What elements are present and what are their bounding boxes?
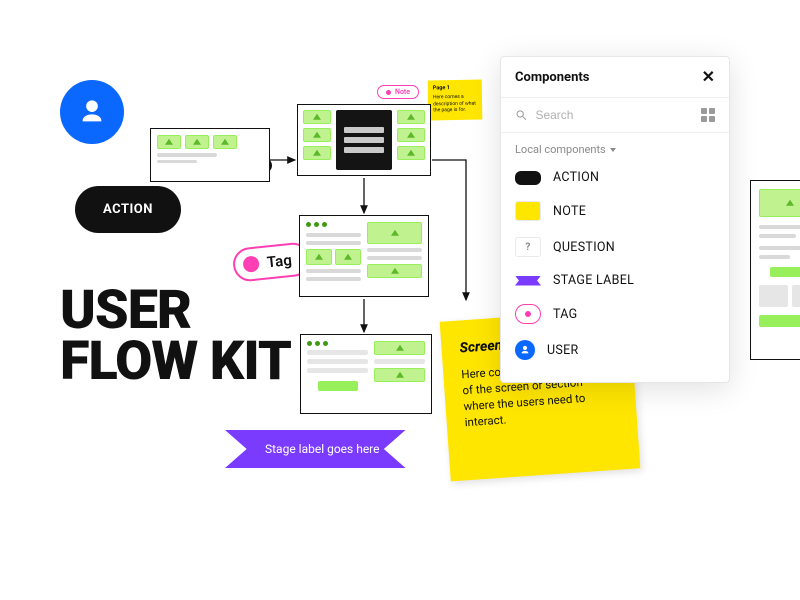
component-item-user[interactable]: USER [507, 332, 723, 368]
component-item-tag[interactable]: TAG [507, 296, 723, 332]
component-item-action[interactable]: ACTION [507, 162, 723, 193]
component-item-note[interactable]: NOTE [507, 193, 723, 229]
user-icon [60, 80, 124, 144]
wireframe-screen-1 [150, 128, 270, 182]
component-item-stage-label[interactable]: STAGE LABEL [507, 265, 723, 296]
stage-thumb-icon [515, 276, 541, 286]
components-panel: Components ✕ Local components ACTION NOT… [500, 56, 730, 383]
close-icon[interactable]: ✕ [702, 69, 715, 85]
action-thumb-icon [515, 171, 541, 185]
component-label: USER [547, 343, 579, 358]
search-icon [515, 108, 527, 122]
wireframe-screen-4 [300, 334, 432, 414]
note-thumb-icon [515, 201, 541, 221]
component-label: NOTE [553, 204, 586, 219]
component-item-question[interactable]: ? QUESTION [507, 229, 723, 265]
wireframe-screen-2 [297, 104, 431, 176]
note-dot-icon [386, 90, 391, 95]
page-title: USER FLOW KIT [60, 285, 291, 388]
tag-label: Tag [266, 251, 293, 271]
action-pill: ACTION [75, 186, 181, 233]
question-thumb-icon: ? [515, 237, 541, 257]
component-label: STAGE LABEL [553, 273, 634, 288]
component-label: ACTION [553, 170, 599, 185]
tiny-sticky-note: Page 1 Here comes a description of what … [428, 80, 483, 121]
component-label: TAG [553, 307, 577, 322]
note-mini-pill: Note [377, 85, 419, 99]
tag-dot-icon [242, 255, 260, 273]
tag-thumb-icon [515, 304, 541, 324]
search-input[interactable] [535, 108, 701, 122]
component-label: QUESTION [553, 240, 615, 255]
wireframe-screen-3 [299, 215, 429, 297]
chevron-down-icon [610, 148, 616, 152]
panel-section-header[interactable]: Local components [501, 133, 729, 156]
grid-view-icon[interactable] [701, 108, 715, 122]
user-thumb-icon [515, 340, 535, 360]
panel-title: Components [515, 70, 589, 85]
stage-label: Stage label goes here [225, 430, 406, 468]
wireframe-screen-edge [750, 180, 800, 360]
